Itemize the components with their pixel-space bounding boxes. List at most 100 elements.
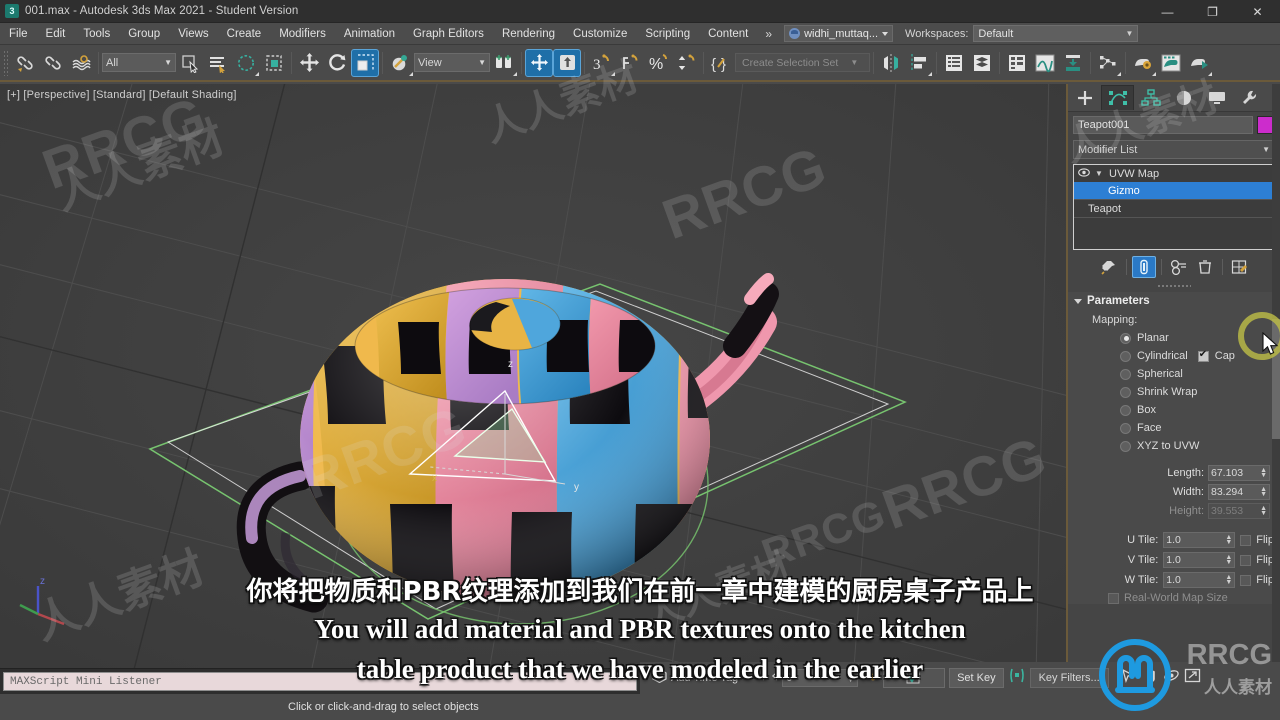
render-setup-icon[interactable] [1157,49,1185,77]
show-end-result-icon[interactable] [1131,256,1156,278]
w-flip-checkbox[interactable] [1240,574,1252,586]
make-unique-icon[interactable] [1167,256,1191,278]
motion-tab[interactable] [1167,85,1200,110]
spinner-arrows-icon[interactable]: ▲ ▼ [1225,574,1232,586]
radio-icon[interactable] [1120,404,1131,416]
material-editor-icon[interactable] [1129,49,1157,77]
mapping-option-face[interactable]: Face [1120,419,1280,437]
named-selection-sets-input[interactable]: Create Selection Set ▼ [735,53,870,72]
render-production-icon[interactable] [1185,49,1213,77]
mapping-option-box[interactable]: Box [1120,401,1280,419]
align-icon[interactable] [905,49,933,77]
width-spinner[interactable]: 83.294 ▲ ▼ [1208,484,1270,500]
snap-to-toggle-icon[interactable] [672,49,700,77]
panel-resize-handle[interactable] [1157,284,1191,288]
manage-layers-icon[interactable] [968,49,996,77]
maxscript-mini-listener[interactable]: MAXScript Mini Listener [0,668,640,694]
real-world-map-size-checkbox[interactable] [1108,592,1119,604]
add-time-tag-icon[interactable] [652,668,667,688]
spinner-snap-toggle-icon[interactable] [616,49,644,77]
menu-customize[interactable]: Customize [564,23,636,45]
selection-filter-select[interactable]: All ▼ [102,53,176,72]
menu-modifiers[interactable]: Modifiers [270,23,335,45]
menu-scripting[interactable]: Scripting [636,23,699,45]
eye-icon[interactable] [1078,167,1091,180]
radio-icon[interactable] [1120,440,1131,452]
select-and-manipulate-icon[interactable] [525,48,553,77]
placement-tool-icon[interactable] [386,49,414,77]
add-time-tag-label[interactable]: Add Time Tag [671,672,738,684]
create-tab[interactable] [1068,85,1101,110]
particle-view-icon[interactable] [1094,49,1122,77]
stack-item-teapot[interactable]: Teapot [1074,200,1274,217]
key-filters-button[interactable]: Key Filters... [1029,668,1109,688]
close-button[interactable]: ✕ [1235,0,1280,23]
mapping-option-spherical[interactable]: Spherical [1120,365,1280,383]
parameters-rollout-header[interactable]: Parameters [1068,292,1280,310]
menu-animation[interactable]: Animation [335,23,404,45]
menu-create[interactable]: Create [218,23,271,45]
key-mode-icon[interactable] [1008,668,1026,688]
angle-snap-toggle-icon[interactable]: 3 [588,49,616,77]
v-flip-checkbox[interactable] [1240,554,1252,566]
length-spinner[interactable]: 67.103 ▲ ▼ [1208,465,1270,481]
stack-item-uvw-map[interactable]: ▼ UVW Map [1074,165,1274,182]
modifier-stack[interactable]: ▼ UVW Map Gizmo Teapot [1073,164,1275,250]
toolbar-grip[interactable] [3,49,8,76]
edit-named-selection-sets-icon[interactable]: {} [707,49,735,77]
menu-overflow-icon[interactable]: » [757,23,780,45]
rectangular-selection-region-icon[interactable] [232,49,260,77]
menu-group[interactable]: Group [119,23,169,45]
maximize-button[interactable]: ❐ [1190,0,1235,23]
hierarchy-tab[interactable] [1134,85,1167,110]
radio-icon[interactable] [1120,368,1131,380]
unlink-icon[interactable] [39,49,67,77]
radio-icon[interactable] [1120,350,1131,362]
current-frame-field[interactable]: 0 ▲ ▼ [782,669,859,687]
menu-edit[interactable]: Edit [37,23,75,45]
display-tab[interactable] [1200,85,1233,110]
reference-coordinate-select[interactable]: View ▼ [414,53,490,72]
menu-graph-editors[interactable]: Graph Editors [404,23,493,45]
schematic-view-icon[interactable] [1059,49,1087,77]
cap-checkbox[interactable] [1197,349,1209,362]
object-name-input[interactable]: Teapot001 [1073,116,1253,134]
layer-explorer-icon[interactable] [940,49,968,77]
mapping-option-shrink-wrap[interactable]: Shrink Wrap [1120,383,1280,401]
toggle-scene-explorer-icon[interactable] [1003,49,1031,77]
perspective-viewport[interactable]: z x y z [+] [Perspective] [Standard] [De… [0,84,1068,684]
set-key-toggle[interactable] [883,668,946,688]
percent-snap-toggle-icon[interactable]: % [644,49,672,77]
select-and-scale-icon[interactable] [351,48,379,77]
maxscript-input[interactable]: MAXScript Mini Listener [3,672,637,691]
menu-views[interactable]: Views [169,23,217,45]
window-crossing-toggle-icon[interactable] [260,49,288,77]
v-tile-spinner[interactable]: 1.0 ▲ ▼ [1163,552,1236,568]
chevron-down-icon[interactable]: ▼ [1095,169,1105,178]
key-mode-toggle-icon[interactable] [862,668,879,688]
spinner-arrows-icon[interactable]: ▲ ▼ [847,672,854,684]
minimize-button[interactable]: — [1145,0,1190,23]
select-and-move-icon[interactable] [295,49,323,77]
viewport-canvas[interactable]: z x y z [0,84,1068,684]
modify-tab[interactable] [1101,85,1134,110]
w-tile-spinner[interactable]: 1.0 ▲ ▼ [1163,572,1236,588]
configure-modifier-sets-icon[interactable] [1228,256,1252,278]
bind-to-space-warp-icon[interactable] [67,49,95,77]
select-and-rotate-icon[interactable] [323,49,351,77]
u-flip-checkbox[interactable] [1240,534,1252,546]
u-tile-spinner[interactable]: 1.0 ▲ ▼ [1163,532,1236,548]
remove-modifier-icon[interactable] [1193,256,1217,278]
time-prev-next-icon[interactable] [762,669,778,687]
stack-item-gizmo[interactable]: Gizmo [1074,182,1274,199]
mirror-icon[interactable] [877,49,905,77]
use-pivot-point-center-icon[interactable] [490,49,518,77]
menu-file[interactable]: File [0,23,37,45]
set-key-button[interactable]: Set Key [949,668,1004,688]
snaps-toggle-icon[interactable] [553,48,581,77]
select-object-icon[interactable] [176,49,204,77]
menu-rendering[interactable]: Rendering [493,23,564,45]
menu-tools[interactable]: Tools [74,23,119,45]
spinner-arrows-icon[interactable]: ▲ ▼ [1225,534,1232,546]
radio-icon[interactable] [1120,422,1131,434]
